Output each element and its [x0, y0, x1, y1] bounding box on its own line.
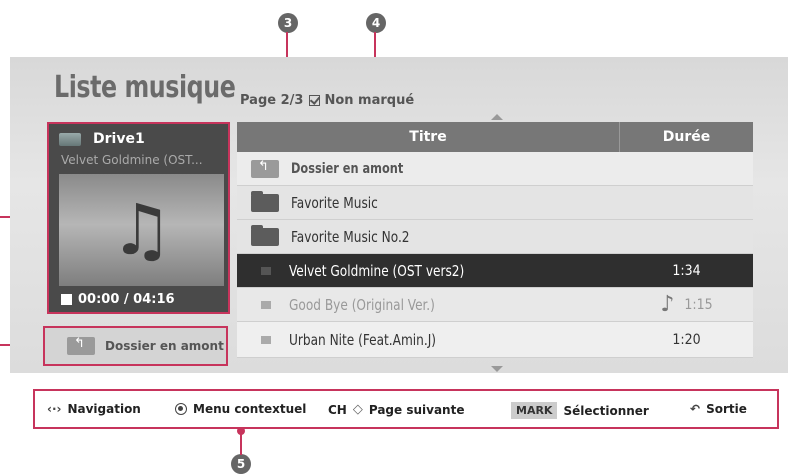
up-folder-button[interactable]: Dossier en amont [43, 326, 228, 366]
row-duration-cell: 1:20 [620, 322, 753, 357]
music-file-icon [261, 335, 271, 344]
ok-button-icon [175, 403, 187, 415]
help-navigation: ‹·› Navigation [47, 402, 141, 416]
page-title: Liste musique [54, 70, 236, 105]
help-exit: ↶ Sortie [690, 402, 747, 416]
album-art: ♫ [59, 174, 224, 286]
column-duration: Durée [662, 129, 711, 145]
music-file-icon [261, 300, 271, 309]
row-title: Favorite Music [291, 193, 378, 212]
callout-4: 4 [366, 13, 386, 33]
page-number: Page 2/3 [240, 93, 304, 108]
exit-label: Sortie [706, 402, 747, 416]
page-info: Page 2/3 Non marqué [240, 93, 414, 108]
row-duration-cell [620, 152, 753, 185]
row-title-cell: Favorite Music [237, 186, 620, 219]
row-duration-cell [620, 186, 753, 219]
channel-updown-icon: ◇ [352, 402, 363, 417]
scroll-down-icon[interactable] [491, 366, 503, 372]
help-bar: ‹·› Navigation Menu contextuel CH ◇ Page… [33, 389, 779, 429]
row-title-cell: Urban Nite (Feat.Amin.J) [237, 322, 620, 357]
column-title: Titre [237, 122, 620, 152]
navigation-arrows-icon: ‹·› [47, 402, 62, 416]
drive-name: Drive1 [93, 131, 145, 147]
row-duration: 1:34 [672, 262, 701, 279]
row-title: Urban Nite (Feat.Amin.J) [289, 330, 437, 349]
context-menu-label: Menu contextuel [193, 402, 307, 416]
up-folder-label: Dossier en amont [105, 339, 224, 353]
now-playing-note-icon: ♪ [660, 291, 675, 317]
row-duration: 1:20 [672, 331, 701, 348]
now-playing-title: Velvet Goldmine (OST... [61, 153, 203, 167]
list-item-up-folder[interactable]: Dossier en amont [237, 152, 753, 186]
help-next-page: CH ◇ Page suivante [328, 402, 464, 417]
list-item-folder[interactable]: Favorite Music [237, 186, 753, 220]
row-duration-cell: ♪ 1:15 [620, 288, 753, 321]
checkbox-icon[interactable] [309, 95, 321, 106]
list-item[interactable]: Urban Nite (Feat.Amin.J) 1:20 [237, 322, 753, 358]
filter-label: Non marqué [324, 93, 415, 108]
callout-3: 3 [278, 13, 298, 33]
music-list: Titre Durée Dossier en amont Favorite Mu… [237, 122, 753, 364]
row-title-cell: Velvet Goldmine (OST vers2) [237, 254, 620, 287]
list-item-folder[interactable]: Favorite Music No.2 [237, 220, 753, 254]
help-context-menu: Menu contextuel [175, 402, 306, 416]
stop-icon [61, 294, 72, 305]
mark-badge: MARK [511, 402, 558, 419]
row-title-cell: Dossier en amont [237, 152, 620, 185]
row-title: Favorite Music No.2 [291, 227, 410, 246]
row-duration-cell: 1:34 [620, 254, 753, 287]
folder-up-icon [67, 336, 95, 355]
time-row: 00:00 / 04:16 [61, 292, 175, 307]
folder-icon [251, 190, 279, 212]
help-select: MARK Sélectionner [511, 402, 649, 419]
callout-5: 5 [231, 454, 251, 474]
list-item-selected[interactable]: Velvet Goldmine (OST vers2) 1:34 [237, 254, 753, 288]
scroll-up-icon[interactable] [491, 114, 503, 120]
row-title: Dossier en amont [291, 160, 404, 177]
row-duration: 1:15 [684, 296, 713, 313]
folder-icon [251, 224, 279, 246]
folder-up-icon [251, 159, 279, 178]
drive-icon [59, 132, 81, 146]
row-title: Velvet Goldmine (OST vers2) [289, 261, 465, 280]
playback-time: 00:00 / 04:16 [78, 292, 175, 307]
list-item-playing[interactable]: Good Bye (Original Ver.) ♪ 1:15 [237, 288, 753, 322]
row-duration-cell [620, 220, 753, 253]
music-note-icon: ♫ [110, 189, 173, 271]
row-title-cell: Favorite Music No.2 [237, 220, 620, 253]
ch-label: CH [328, 402, 347, 417]
drive-row: Drive1 [59, 131, 145, 147]
now-playing-panel: Drive1 Velvet Goldmine (OST... ♫ 00:00 /… [47, 122, 230, 314]
row-title-cell: Good Bye (Original Ver.) [237, 288, 620, 321]
select-label: Sélectionner [563, 403, 649, 418]
next-page-label: Page suivante [368, 402, 465, 417]
exit-icon: ↶ [690, 402, 701, 416]
row-title: Good Bye (Original Ver.) [289, 295, 435, 314]
navigation-label: Navigation [67, 402, 141, 416]
list-header: Titre Durée [237, 122, 753, 152]
music-file-icon [261, 266, 271, 275]
